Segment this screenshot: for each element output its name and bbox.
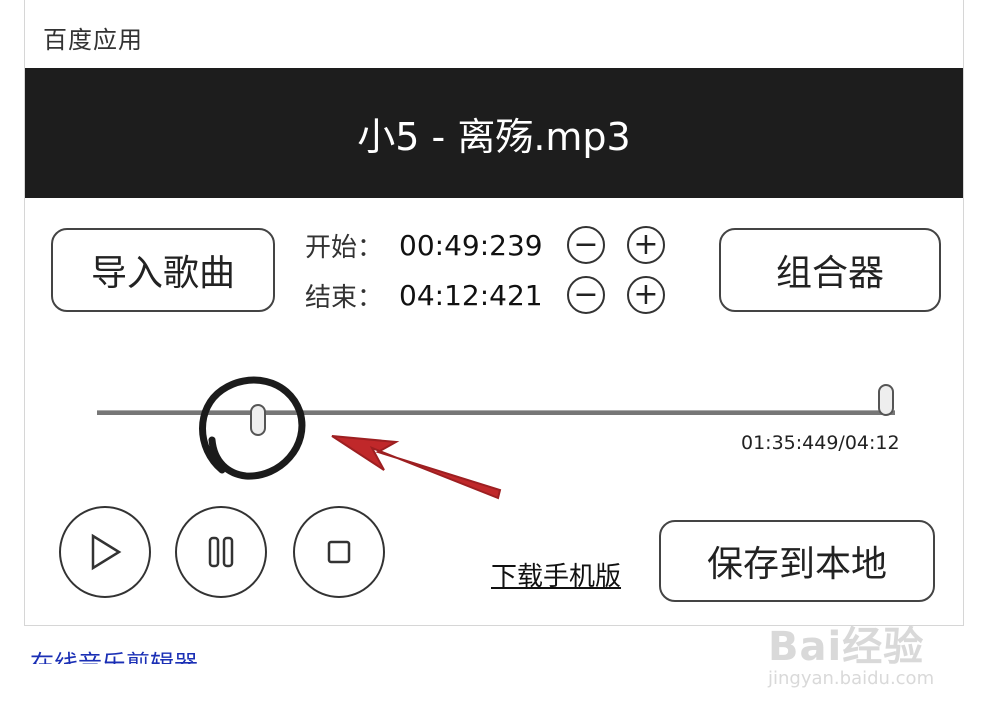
annotation-arrow xyxy=(331,435,502,500)
annotation-overlay xyxy=(199,376,502,500)
annotation-circle xyxy=(199,376,306,480)
